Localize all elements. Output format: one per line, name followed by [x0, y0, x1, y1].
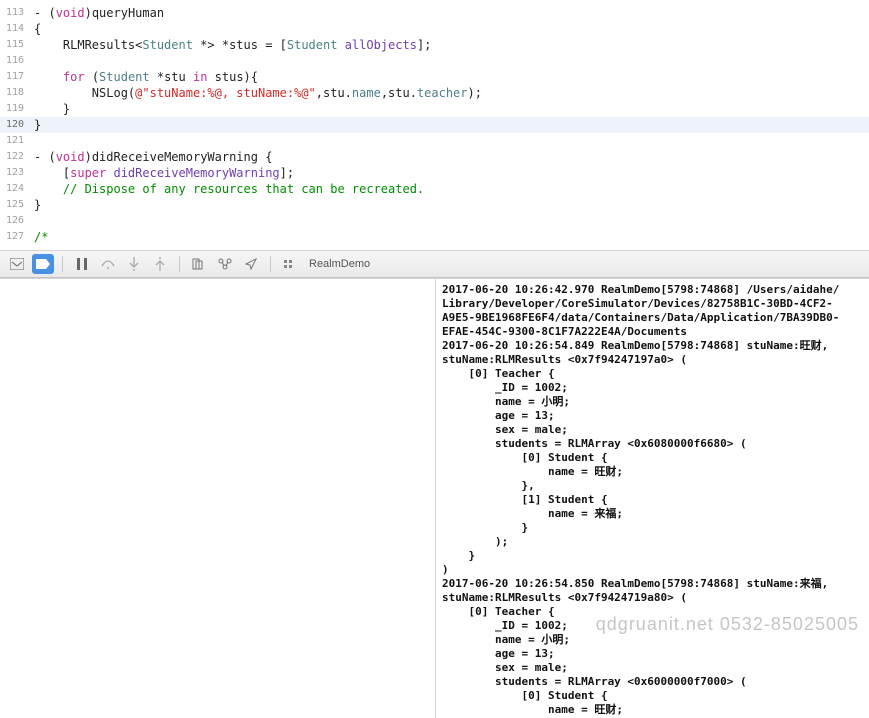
- line-number: 123: [0, 165, 28, 181]
- line-number: 125: [0, 197, 28, 213]
- console-pane[interactable]: 2017-06-20 10:26:42.970 RealmDemo[5798:7…: [436, 279, 869, 718]
- location-icon[interactable]: [240, 254, 262, 274]
- memory-graph-icon[interactable]: [214, 254, 236, 274]
- line-number: 126: [0, 213, 28, 229]
- separator: [270, 256, 271, 272]
- line-number: 121: [0, 133, 28, 149]
- variables-pane[interactable]: [0, 279, 436, 718]
- line-number: 117: [0, 69, 28, 85]
- code-line[interactable]: [28, 133, 869, 149]
- code-line[interactable]: // Dispose of any resources that can be …: [28, 181, 869, 197]
- line-number: 118: [0, 85, 28, 101]
- process-name[interactable]: RealmDemo: [309, 258, 370, 270]
- code-line[interactable]: {: [28, 21, 869, 37]
- breakpoint-icon[interactable]: [32, 254, 54, 274]
- code-line[interactable]: }: [28, 101, 869, 117]
- code-line[interactable]: }: [28, 117, 869, 133]
- line-number: 115: [0, 37, 28, 53]
- code-line[interactable]: [super didReceiveMemoryWarning];: [28, 165, 869, 181]
- code-line[interactable]: }: [28, 197, 869, 213]
- line-number: 114: [0, 21, 28, 37]
- line-number: 124: [0, 181, 28, 197]
- line-number: 127: [0, 229, 28, 245]
- code-line[interactable]: [28, 213, 869, 229]
- step-over-icon[interactable]: [97, 254, 119, 274]
- step-into-icon[interactable]: [123, 254, 145, 274]
- debug-toolbar: RealmDemo: [0, 250, 869, 278]
- view-debug-icon[interactable]: [188, 254, 210, 274]
- code-area[interactable]: - (void)queryHuman{ RLMResults<Student *…: [28, 0, 869, 250]
- separator: [62, 256, 63, 272]
- separator: [179, 256, 180, 272]
- line-number: 113: [0, 5, 28, 21]
- code-line[interactable]: NSLog(@"stuName:%@, stuName:%@",stu.name…: [28, 85, 869, 101]
- code-line[interactable]: for (Student *stu in stus){: [28, 69, 869, 85]
- code-line[interactable]: - (void)queryHuman: [28, 5, 869, 21]
- code-editor[interactable]: 1131141151161171181191201211221231241251…: [0, 0, 869, 250]
- code-line[interactable]: /*: [28, 229, 869, 245]
- code-line[interactable]: RLMResults<Student *> *stus = [Student a…: [28, 37, 869, 53]
- toggle-console-icon[interactable]: [6, 254, 28, 274]
- code-line[interactable]: [28, 53, 869, 69]
- line-gutter: 1131141151161171181191201211221231241251…: [0, 0, 28, 250]
- line-number: 122: [0, 149, 28, 165]
- line-number: 120: [0, 117, 28, 133]
- step-out-icon[interactable]: [149, 254, 171, 274]
- line-number: 119: [0, 101, 28, 117]
- console-output: 2017-06-20 10:26:42.970 RealmDemo[5798:7…: [436, 279, 869, 718]
- pause-icon[interactable]: [71, 254, 93, 274]
- debug-area: 2017-06-20 10:26:42.970 RealmDemo[5798:7…: [0, 278, 869, 718]
- process-icon[interactable]: [279, 254, 301, 274]
- line-number: 116: [0, 53, 28, 69]
- code-line[interactable]: - (void)didReceiveMemoryWarning {: [28, 149, 869, 165]
